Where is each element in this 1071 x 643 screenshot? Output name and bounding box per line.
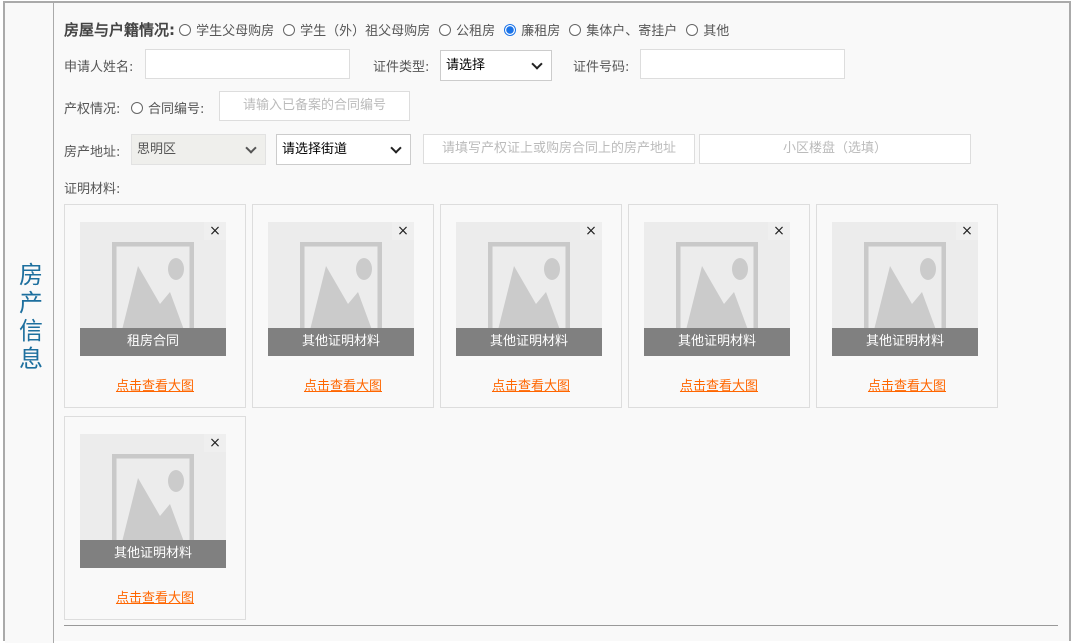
material-thumbnail[interactable]: × 租房合同: [80, 222, 226, 356]
view-large-link[interactable]: 点击查看大图: [65, 587, 245, 606]
housing-radio[interactable]: [686, 24, 699, 36]
section-title: 房产信息: [14, 262, 43, 374]
id-number-label: 证件号码:: [573, 60, 630, 75]
material-thumbnail[interactable]: × 其他证明材料: [832, 222, 978, 356]
applicant-name-input[interactable]: [145, 49, 350, 79]
view-large-link[interactable]: 点击查看大图: [441, 375, 621, 394]
section-header: 房产信息: [5, 3, 54, 643]
housing-option[interactable]: 集体户、寄挂户: [569, 24, 677, 39]
close-icon[interactable]: ×: [204, 222, 226, 240]
image-placeholder-icon: [112, 454, 194, 550]
image-placeholder-icon: [676, 242, 758, 338]
housing-radio[interactable]: [569, 24, 582, 36]
material-caption: 其他证明材料: [644, 328, 790, 356]
material-thumbnail[interactable]: × 其他证明材料: [80, 434, 226, 568]
view-large-link[interactable]: 点击查看大图: [65, 375, 245, 394]
chevron-down-icon: [245, 142, 257, 154]
close-icon[interactable]: ×: [956, 222, 978, 240]
image-placeholder-icon: [488, 242, 570, 338]
housing-label: 房屋与户籍情况:: [64, 21, 175, 39]
id-number-input[interactable]: [640, 49, 845, 79]
chevron-down-icon: [531, 58, 543, 70]
housing-option-label: 学生（外）祖父母购房: [300, 24, 431, 39]
housing-radio[interactable]: [283, 24, 296, 36]
housing-option[interactable]: 学生（外）祖父母购房: [283, 24, 430, 39]
housing-option[interactable]: 学生父母购房: [179, 24, 274, 39]
image-placeholder-icon: [112, 242, 194, 338]
housing-radio[interactable]: [439, 24, 452, 36]
housing-option-label: 其他: [703, 24, 730, 39]
housing-radio[interactable]: [179, 24, 192, 36]
material-card: × 其他证明材料 点击查看大图: [252, 204, 434, 408]
contract-radio[interactable]: [131, 102, 143, 114]
close-icon[interactable]: ×: [768, 222, 790, 240]
view-large-link[interactable]: 点击查看大图: [629, 375, 809, 394]
material-caption: 其他证明材料: [268, 328, 414, 356]
image-placeholder-icon: [864, 242, 946, 338]
material-card: × 租房合同 点击查看大图: [64, 204, 246, 408]
applicant-name-label: 申请人姓名:: [64, 60, 134, 75]
close-icon[interactable]: ×: [392, 222, 414, 240]
close-icon[interactable]: ×: [580, 222, 602, 240]
housing-option-label: 集体户、寄挂户: [586, 24, 678, 39]
district-value: 思明区: [137, 142, 177, 157]
housing-option[interactable]: 其他: [686, 24, 729, 39]
id-type-label: 证件类型:: [373, 60, 430, 75]
housing-option-label: 廉租房: [521, 24, 561, 39]
image-placeholder-icon: [300, 242, 382, 338]
material-thumbnail[interactable]: × 其他证明材料: [456, 222, 602, 356]
close-icon[interactable]: ×: [204, 434, 226, 452]
housing-option[interactable]: 公租房: [439, 24, 495, 39]
material-thumbnail[interactable]: × 其他证明材料: [644, 222, 790, 356]
housing-radio[interactable]: [504, 24, 517, 36]
material-caption: 其他证明材料: [80, 540, 226, 568]
divider: [64, 625, 1058, 626]
material-card: × 其他证明材料 点击查看大图: [64, 416, 246, 620]
housing-option-label: 公租房: [456, 24, 496, 39]
address-input[interactable]: 请填写产权证上或购房合同上的房产地址: [423, 134, 695, 164]
material-caption: 其他证明材料: [456, 328, 602, 356]
housing-option-label: 学生父母购房: [196, 24, 275, 39]
housing-option[interactable]: 廉租房: [504, 24, 560, 39]
material-caption: 其他证明材料: [832, 328, 978, 356]
contract-number-input[interactable]: 请输入已备案的合同编号: [219, 91, 410, 121]
material-card: × 其他证明材料 点击查看大图: [628, 204, 810, 408]
property-label: 产权情况:: [64, 102, 121, 117]
id-type-select[interactable]: 请选择: [440, 50, 552, 81]
view-large-link[interactable]: 点击查看大图: [253, 375, 433, 394]
contract-label: 合同编号:: [148, 102, 205, 117]
materials-label: 证明材料:: [64, 182, 121, 197]
id-type-value: 请选择: [446, 58, 486, 73]
street-value: 请选择街道: [282, 142, 348, 157]
material-thumbnail[interactable]: × 其他证明材料: [268, 222, 414, 356]
contract-option[interactable]: 合同编号:: [131, 98, 204, 117]
housing-row: 房屋与户籍情况: 学生父母购房 学生（外）祖父母购房 公租房 廉租房 集体户、寄挂户 其他: [64, 19, 738, 40]
chevron-down-icon: [390, 142, 402, 154]
street-select[interactable]: 请选择街道: [276, 134, 411, 165]
material-card: × 其他证明材料 点击查看大图: [440, 204, 622, 408]
community-input[interactable]: 小区楼盘（选填）: [699, 134, 971, 164]
view-large-link[interactable]: 点击查看大图: [817, 375, 997, 394]
material-card: × 其他证明材料 点击查看大图: [816, 204, 998, 408]
address-label: 房产地址:: [64, 145, 121, 160]
material-caption: 租房合同: [80, 328, 226, 356]
district-select[interactable]: 思明区: [131, 134, 266, 165]
